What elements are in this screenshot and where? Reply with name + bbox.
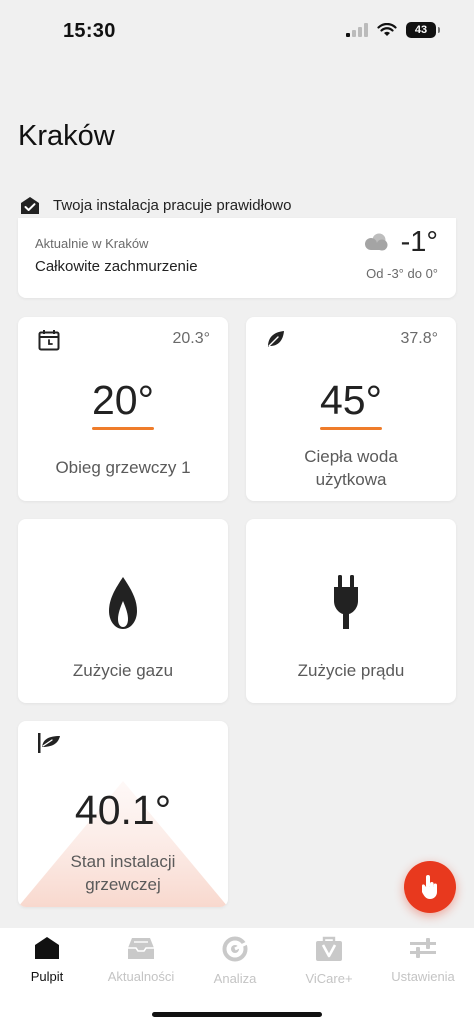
heating-setpoint-underline [92,427,154,430]
flag-leaf-icon [38,733,60,753]
tab-vicare-plus-label: ViCare+ [305,971,353,986]
leaf-icon [268,331,284,347]
power-consumption-tile[interactable]: Zużycie prądu [246,519,456,703]
plug-icon [334,575,358,629]
vicare-icon [316,936,342,961]
home-icon [35,937,59,959]
analysis-icon [222,936,248,962]
installation-status[interactable]: Twoja instalacja pracuje prawidłowo [20,196,291,215]
weather-temperature: -1° [400,226,438,258]
system-label-line1: Stan instalacji [70,852,176,871]
tab-ustawienia-label: Ustawienia [391,969,455,984]
weather-range: Od -3° do 0° [366,266,438,281]
status-icons: 43 [346,22,440,38]
calendar-icon [38,330,60,351]
house-check-icon [21,197,39,214]
status-bar: 15:30 43 [0,0,474,60]
home-indicator[interactable] [152,1012,322,1017]
tab-aktualnosci[interactable]: Aktualności [94,936,188,984]
weather-location: Aktualnie w Kraków [35,236,149,251]
hot-water-current-temp: 37.8° [400,330,438,347]
floating-action-button[interactable] [404,861,456,913]
flame-icon [109,577,137,629]
heating-setpoint: 20° [91,377,154,423]
gas-consumption-tile[interactable]: Zużycie gazu [18,519,228,703]
cloud-icon [365,233,388,251]
status-time: 15:30 [63,20,116,42]
tab-analiza[interactable]: Analiza [188,936,282,986]
tab-vicare-plus[interactable]: ViCare+ [282,936,376,986]
hot-water-setpoint: 45° [319,377,382,423]
heating-current-temp: 20.3° [172,330,210,347]
installation-status-text: Twoja instalacja pracuje prawidłowo [53,197,292,214]
battery-icon: 43 [406,22,440,38]
tab-aktualnosci-label: Aktualności [107,969,175,984]
weather-card[interactable]: Aktualnie w Kraków Całkowite zachmurzeni… [18,218,456,298]
power-label: Zużycie prądu [297,661,405,680]
hot-water-label-line2: użytkowa [315,470,387,489]
system-temperature: 40.1° [74,787,172,833]
system-label-line2: grzewczej [85,875,161,894]
sliders-icon [410,938,436,958]
signal-icon [346,23,368,37]
battery-level: 43 [414,24,428,36]
tab-ustawienia[interactable]: Ustawienia [376,936,470,984]
wifi-icon [377,23,397,36]
hand-tap-icon [422,875,437,899]
tab-pulpit[interactable]: Pulpit [0,936,94,984]
system-state-tile[interactable]: 40.1° Stan instalacji grzewczej [18,721,228,907]
tab-pulpit-label: Pulpit [30,969,64,984]
hot-water-tile[interactable]: 37.8° 45° Ciepła woda użytkowa [246,317,456,501]
heating-circuit-tile[interactable]: 20.3° 20° Obieg grzewczy 1 [18,317,228,501]
page-title: Kraków [18,120,115,152]
hot-water-label-line1: Ciepła woda [304,447,398,466]
tab-analiza-label: Analiza [213,971,257,986]
hot-water-setpoint-underline [320,427,382,430]
weather-description: Całkowite zachmurzenie [35,258,198,275]
heating-label: Obieg grzewczy 1 [55,458,191,477]
inbox-icon [128,938,154,959]
gas-label: Zużycie gazu [72,661,174,680]
